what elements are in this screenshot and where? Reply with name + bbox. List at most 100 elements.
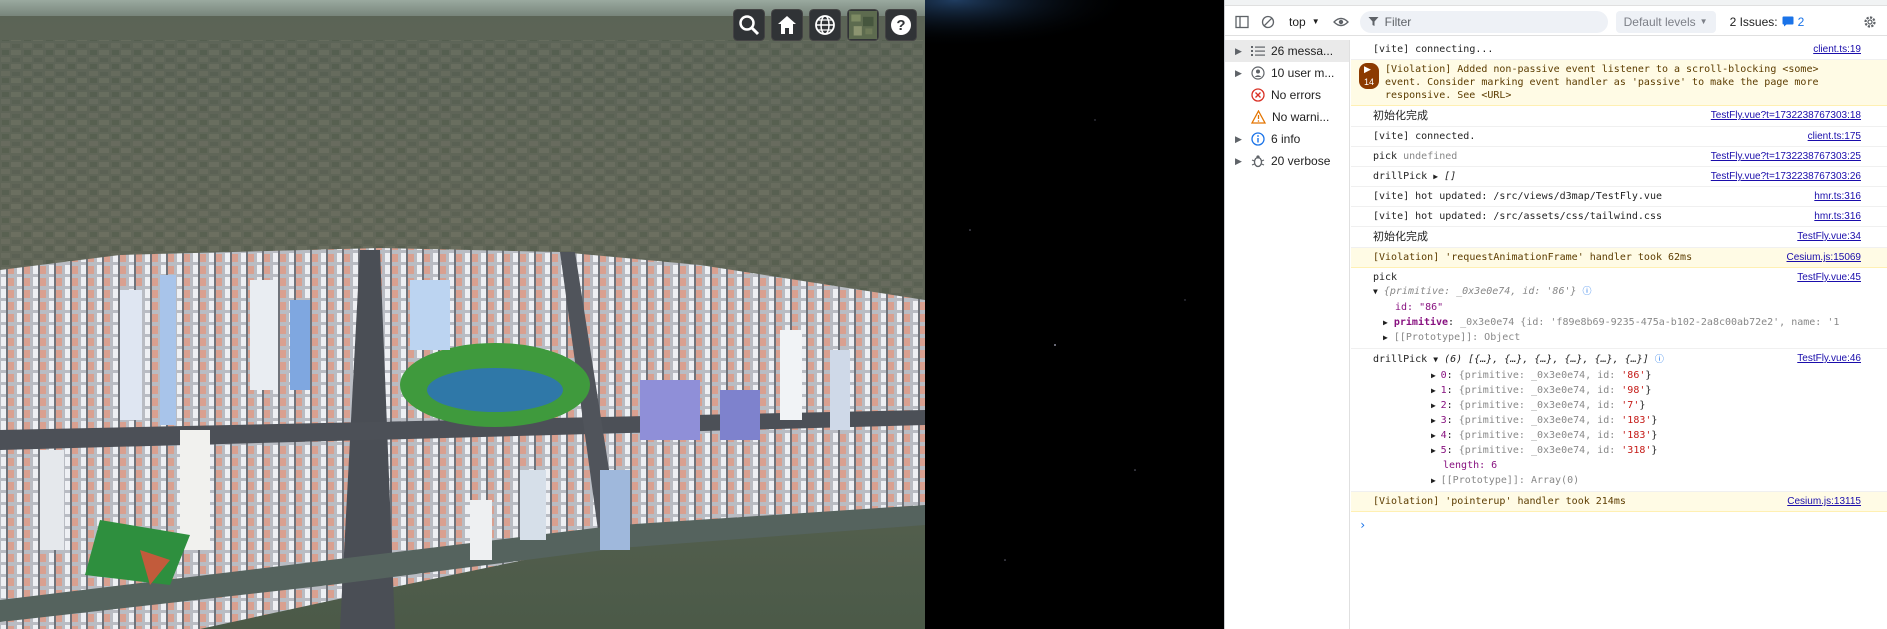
console-toolbar: top ▼ Filter Default levels ▼ 2 Issues: … [1225, 8, 1887, 36]
sidebar-item-info[interactable]: ▶ 6 info [1225, 128, 1349, 150]
source-link[interactable]: Cesium.js:15069 [1787, 251, 1861, 264]
repeat-count-badge[interactable]: ▶ 14 [1359, 63, 1380, 89]
base-layer-picker-button[interactable] [847, 9, 879, 41]
sidebar-item-label: No warni... [1272, 110, 1330, 124]
clear-icon [1261, 15, 1275, 28]
console-message: pick undefined TestFly.vue?t=17322387673… [1351, 147, 1887, 167]
filter-icon [1368, 17, 1379, 26]
live-expression-button[interactable] [1328, 11, 1354, 33]
search-button[interactable] [733, 9, 765, 41]
sidebar-item-verbose[interactable]: ▶ 20 verbose [1225, 150, 1349, 172]
levels-label: Default levels [1623, 14, 1696, 29]
info-icon [1251, 132, 1265, 146]
gear-icon [1864, 15, 1876, 28]
console-message-object: pick TestFly.vue:45 ▼ {primitive: _0x3e0… [1351, 268, 1887, 349]
search-icon [739, 15, 760, 36]
sidebar-item-label: 20 verbose [1271, 154, 1331, 168]
context-selector[interactable]: top ▼ [1281, 15, 1328, 29]
devtools-tab-strip [1225, 0, 1887, 6]
expand-arrow-icon[interactable]: ▶ [1383, 318, 1388, 327]
eye-icon [1332, 17, 1349, 26]
help-button[interactable]: ? [885, 9, 917, 41]
console-warning: ▶ 14 [Violation] Added non-passive event… [1351, 60, 1887, 106]
filter-placeholder: Filter [1384, 14, 1412, 29]
console-message: [vite] hot updated: /src/views/d3map/Tes… [1351, 187, 1887, 207]
issues-counter[interactable]: 2 Issues: 2 [1730, 15, 1805, 29]
console-message: [vite] connected. client.ts:175 [1351, 127, 1887, 147]
expand-arrow-icon[interactable]: ▶ [1383, 333, 1388, 342]
context-label: top [1289, 14, 1306, 29]
help-icon: ? [891, 15, 911, 35]
sidebar-item-label: 6 info [1271, 132, 1301, 146]
warning-icon [1251, 110, 1266, 124]
array-item[interactable]: ▶ 4: {primitive: _0x3e0e74, id: '183'} [1373, 428, 1857, 443]
console-message: [vite] hot updated: /src/assets/css/tail… [1351, 207, 1887, 227]
console-message: drillPick ▶ [] TestFly.vue?t=17322387673… [1351, 167, 1887, 187]
source-link[interactable]: TestFly.vue:45 [1797, 271, 1861, 284]
source-link[interactable]: Cesium.js:13115 [1787, 495, 1861, 508]
source-link[interactable]: TestFly.vue?t=1732238767303:25 [1711, 150, 1861, 163]
array-item[interactable]: ▶ 0: {primitive: _0x3e0e74, id: '86'} [1373, 368, 1857, 383]
expand-arrow-icon: ▶ [1235, 133, 1242, 144]
console-sidebar: ▶ 26 messa... ▶ 10 user m... No errors N… [1225, 40, 1350, 629]
source-link[interactable]: TestFly.vue:46 [1797, 352, 1861, 365]
chevron-down-icon: ▼ [1699, 17, 1708, 26]
console-prompt[interactable]: › [1351, 512, 1887, 532]
devtools-panel: top ▼ Filter Default levels ▼ 2 Issues: … [1224, 0, 1887, 629]
sidebar-item-user-messages[interactable]: ▶ 10 user m... [1225, 62, 1349, 84]
sidebar-item-messages[interactable]: ▶ 26 messa... [1225, 40, 1349, 62]
array-item[interactable]: ▶ 3: {primitive: _0x3e0e74, id: '183'} [1373, 413, 1857, 428]
log-levels-dropdown[interactable]: Default levels ▼ [1615, 10, 1716, 33]
source-link[interactable]: client.ts:175 [1808, 130, 1861, 143]
issues-label: 2 Issues: [1729, 14, 1778, 29]
clear-console-button[interactable] [1255, 11, 1281, 33]
console-settings-button[interactable] [1857, 11, 1883, 33]
city-3d-scene[interactable] [0, 0, 925, 629]
cesium-viewer[interactable]: ? [0, 0, 925, 629]
array-item[interactable]: ▶ 5: {primitive: _0x3e0e74, id: '318'} [1373, 443, 1857, 458]
screen: ? top ▼ Filter Default levels ▼ 2 Issues… [0, 0, 1887, 629]
sidebar-toggle-button[interactable] [1229, 11, 1255, 33]
sidebar-item-label: No errors [1271, 88, 1322, 102]
sidebar-item-label: 26 messa... [1271, 44, 1334, 58]
warning-text: [Violation] Added non-passive event list… [1385, 64, 1819, 101]
collapse-arrow-icon[interactable]: ▼ [1433, 355, 1438, 364]
chevron-down-icon: ▼ [1311, 17, 1320, 26]
array-item[interactable]: ▶ 1: {primitive: _0x3e0e74, id: '98'} [1373, 383, 1857, 398]
console-message: [vite] connecting... client.ts:19 [1351, 40, 1887, 60]
source-link[interactable]: TestFly.vue?t=1732238767303:26 [1711, 170, 1861, 183]
issue-icon [1782, 16, 1794, 27]
sidebar-icon [1235, 15, 1249, 28]
console-message: 初始化完成 TestFly.vue?t=1732238767303:18 [1351, 106, 1887, 127]
info-icon: ⓘ [1582, 287, 1592, 297]
source-link[interactable]: hmr.ts:316 [1814, 190, 1861, 203]
info-icon: ⓘ [1654, 355, 1664, 365]
console-messages[interactable]: [vite] connecting... client.ts:19 ▶ 14 [… [1351, 40, 1887, 629]
sidebar-item-errors[interactable]: No errors [1225, 84, 1349, 106]
source-link[interactable]: hmr.ts:316 [1814, 210, 1861, 223]
expand-arrow-icon: ▶ [1235, 67, 1242, 78]
console-warning: [Violation] 'pointerup' handler took 214… [1351, 492, 1887, 512]
starfield [925, 0, 1225, 629]
source-link[interactable]: TestFly.vue:34 [1797, 230, 1861, 243]
expand-arrow-icon: ▶ [1235, 45, 1242, 56]
sidebar-item-label: 10 user m... [1271, 66, 1335, 80]
sidebar-item-warnings[interactable]: No warni... [1225, 106, 1349, 128]
console-message: 初始化完成 TestFly.vue:34 [1351, 227, 1887, 248]
svg-text:?: ? [896, 17, 905, 34]
home-icon [778, 16, 796, 34]
scene-mode-button[interactable] [809, 9, 841, 41]
console-message-array: drillPick ▼ (6) [{…}, {…}, {…}, {…}, {…}… [1351, 349, 1887, 492]
space-background [925, 0, 1225, 629]
home-button[interactable] [771, 9, 803, 41]
array-item[interactable]: ▶ 2: {primitive: _0x3e0e74, id: '7'} [1373, 398, 1857, 413]
console-warning: [Violation] 'requestAnimationFrame' hand… [1351, 248, 1887, 268]
source-link[interactable]: client.ts:19 [1813, 43, 1861, 56]
imagery-icon [849, 11, 877, 39]
source-link[interactable]: TestFly.vue?t=1732238767303:18 [1711, 109, 1861, 122]
expand-arrow-icon[interactable]: ▶ [1433, 172, 1438, 181]
collapse-arrow-icon[interactable]: ▼ [1373, 287, 1378, 296]
prompt-chevron-icon: › [1359, 518, 1367, 532]
filter-input[interactable]: Filter [1359, 10, 1608, 33]
error-icon [1251, 88, 1265, 102]
